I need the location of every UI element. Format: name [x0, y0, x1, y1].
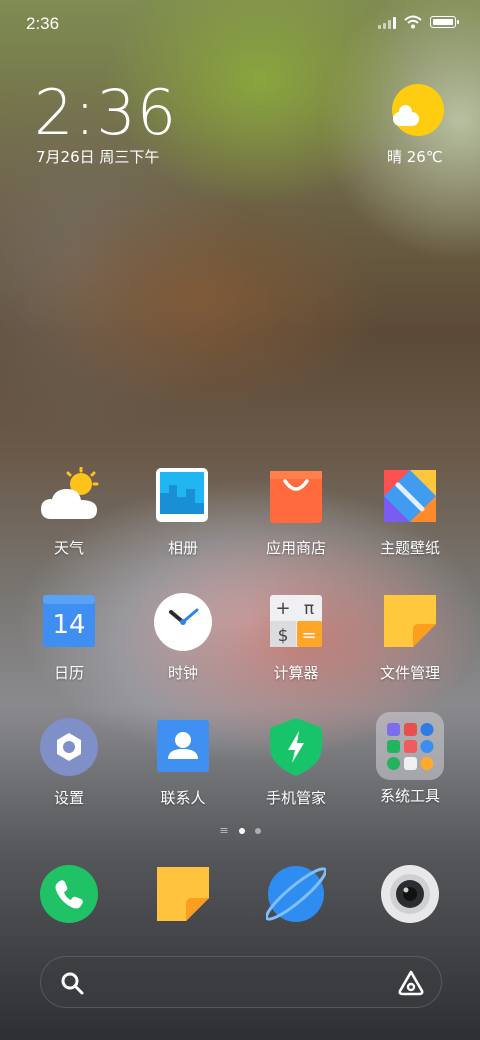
phone-icon: [39, 864, 99, 924]
app-file-manager[interactable]: 文件管理: [355, 592, 465, 683]
app-label: 系统工具: [379, 787, 440, 805]
app-label: 手机管家: [265, 789, 326, 807]
svg-text:+: +: [275, 598, 290, 619]
app-label: 时钟: [167, 664, 198, 682]
wifi-icon: [404, 15, 422, 29]
app-label: 主题壁纸: [379, 539, 440, 557]
app-label: 应用商店: [265, 539, 326, 557]
assistant-icon[interactable]: [397, 969, 425, 997]
app-contacts[interactable]: 联系人: [128, 717, 238, 808]
app-label: 天气: [53, 539, 84, 557]
cloud-icon: [393, 105, 419, 126]
app-gallery[interactable]: 相册: [128, 467, 238, 558]
battery-icon: [430, 16, 459, 28]
dock-camera[interactable]: [355, 864, 465, 924]
app-themes[interactable]: 主题壁纸: [355, 467, 465, 558]
weather-icon: [39, 466, 99, 527]
weather-text: 晴 26℃: [387, 148, 443, 166]
status-icons: [378, 15, 459, 29]
page-dot: [254, 828, 261, 834]
app-label: 联系人: [160, 789, 206, 807]
app-label: 设置: [53, 789, 84, 807]
file-manager-icon: [380, 592, 440, 652]
search-icon: [61, 972, 84, 995]
dock-messages[interactable]: [128, 864, 238, 924]
app-label: 日历: [53, 664, 84, 682]
svg-text:$: $: [278, 626, 289, 646]
folder-icon: [375, 711, 445, 781]
app-settings[interactable]: 设置: [14, 717, 124, 808]
app-security[interactable]: 手机管家: [241, 717, 351, 808]
app-folder-system-tools[interactable]: 系统工具: [355, 711, 465, 806]
app-weather[interactable]: 天气: [14, 466, 124, 558]
calculator-icon: + π $ =: [266, 592, 326, 652]
app-calendar[interactable]: 14 日历: [14, 592, 124, 683]
app-store[interactable]: 应用商店: [241, 467, 351, 558]
app-label: 计算器: [273, 664, 319, 682]
contacts-icon: [153, 717, 213, 777]
search-bar[interactable]: [40, 956, 442, 1008]
status-bar: 2:36: [0, 0, 480, 48]
app-clock[interactable]: 时钟: [128, 592, 238, 683]
messages-icon: [153, 864, 213, 924]
browser-icon: [264, 864, 328, 924]
dock-phone[interactable]: [14, 864, 124, 924]
themes-icon: [380, 467, 440, 527]
app-calculator[interactable]: + π $ = 计算器: [241, 592, 351, 683]
app-label: 相册: [167, 539, 198, 557]
page-indicator[interactable]: ≡: [0, 825, 480, 836]
clock-widget-time[interactable]: 2:36: [34, 76, 177, 149]
clock-icon: [153, 592, 213, 652]
gallery-icon: [153, 467, 213, 527]
camera-icon: [380, 864, 440, 924]
calendar-icon: 14: [39, 592, 99, 652]
svg-text:=: =: [301, 625, 316, 646]
security-icon: [266, 717, 326, 777]
app-label: 文件管理: [379, 664, 440, 682]
app-store-icon: [266, 467, 326, 527]
svg-text:π: π: [304, 599, 314, 619]
dock-browser[interactable]: [241, 864, 351, 924]
settings-icon: [39, 717, 99, 777]
page-dot-active: [238, 828, 245, 834]
calendar-day: 14: [52, 610, 85, 640]
signal-icon: [378, 16, 396, 29]
clock-widget-date[interactable]: 7月26日 周三下午: [36, 146, 159, 167]
status-time: 2:36: [26, 14, 60, 33]
menu-lines-icon[interactable]: ≡: [219, 825, 228, 836]
